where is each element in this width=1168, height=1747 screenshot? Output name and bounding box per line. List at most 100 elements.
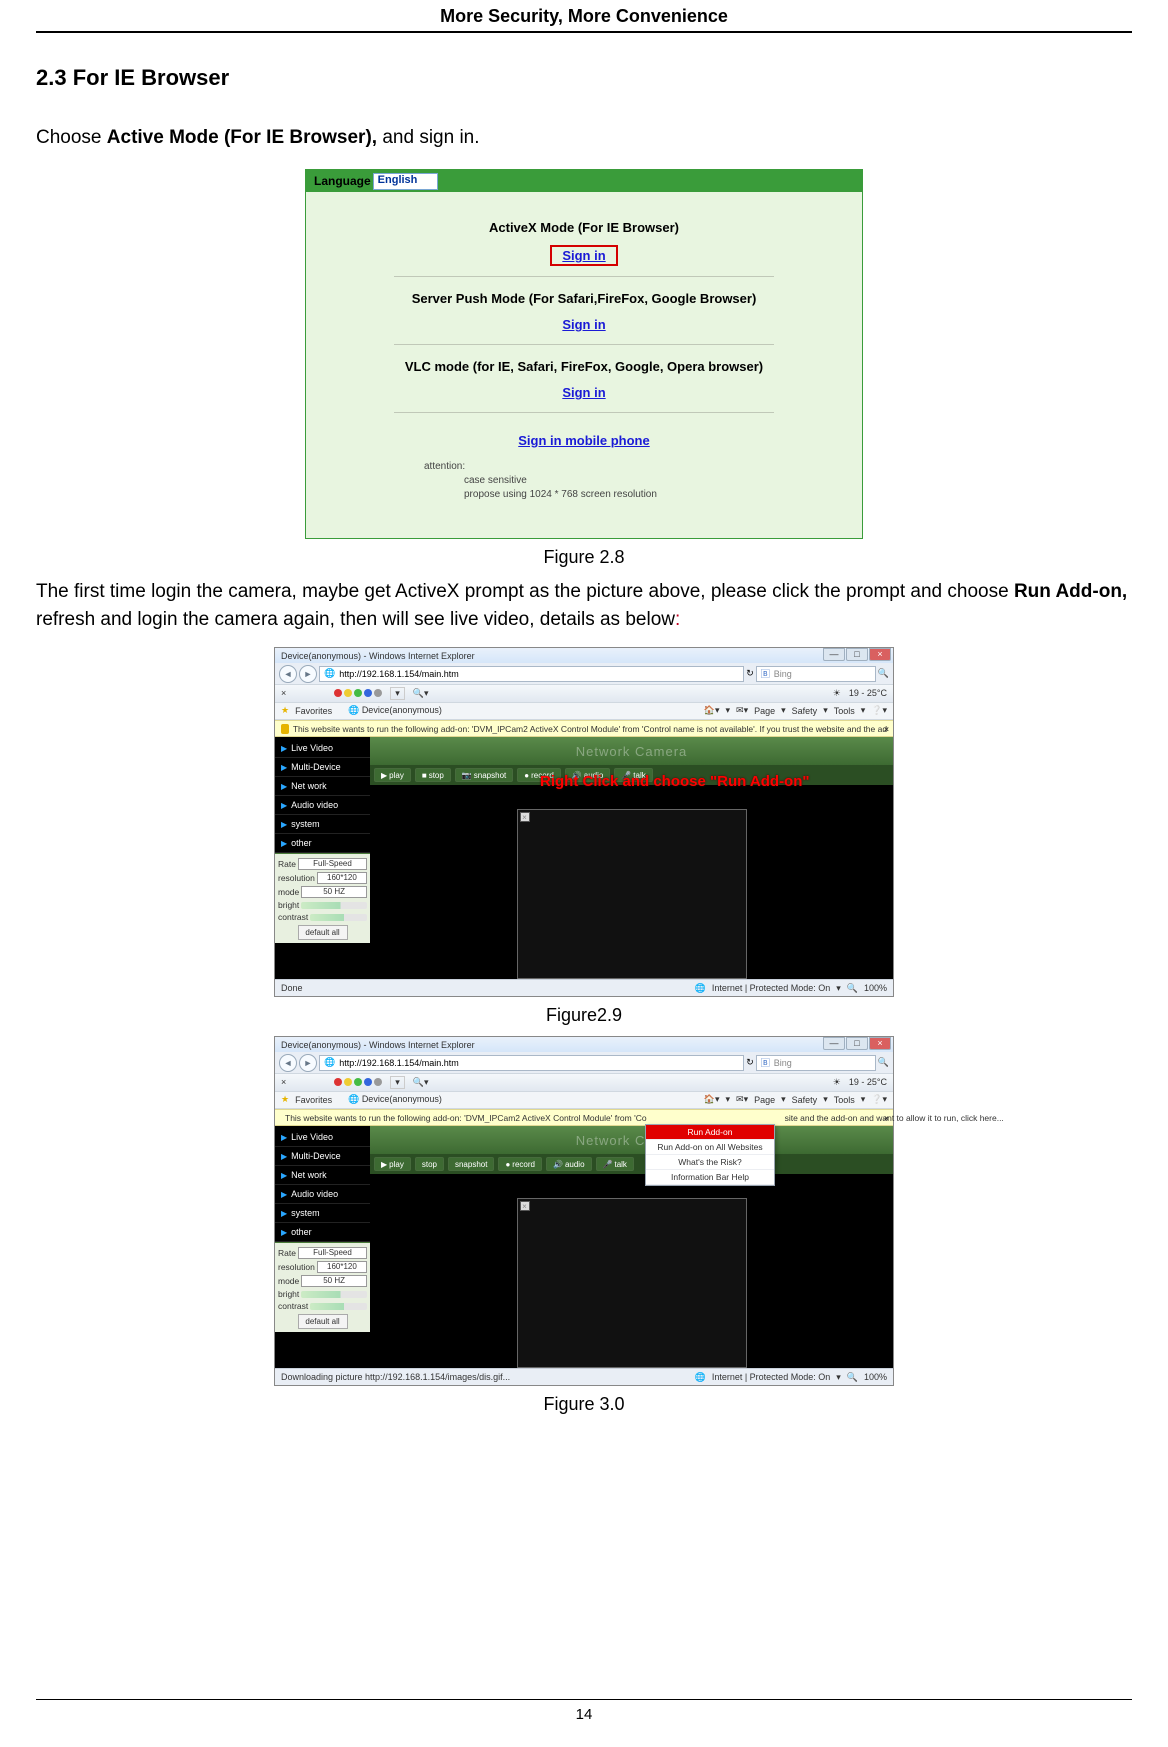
help-icon[interactable]: ❔▾	[871, 1094, 887, 1105]
ie-window-30: Device(anonymous) - Windows Internet Exp…	[274, 1036, 894, 1386]
sidebar-item-audio-video[interactable]: ▶Audio video	[275, 1185, 370, 1204]
minimize-button[interactable]: —	[823, 1037, 845, 1050]
intro-paragraph: Choose Active Mode (For IE Browser), and…	[36, 127, 1132, 149]
information-bar[interactable]: This website wants to run the following …	[275, 1109, 893, 1126]
mode-select[interactable]: 50 HZ	[301, 1275, 367, 1287]
menu-information-bar-help[interactable]: Information Bar Help	[646, 1170, 774, 1185]
stop-button[interactable]: stop	[415, 1157, 444, 1171]
sidebar-item-live-video[interactable]: ▶Live Video	[275, 739, 370, 758]
play-button[interactable]: ▶play	[374, 1157, 411, 1171]
sidebar-item-other[interactable]: ▶other	[275, 834, 370, 853]
safety-menu[interactable]: Safety	[792, 706, 818, 716]
resolution-select[interactable]: 160*120	[317, 1261, 367, 1273]
minimize-button[interactable]: —	[823, 648, 845, 661]
audio-button[interactable]: 🔊audio	[546, 1157, 592, 1171]
stop-button[interactable]: ■stop	[415, 768, 451, 782]
infobar-text: This website wants to run the following …	[285, 1113, 647, 1123]
favorites-label: Favorites	[295, 1095, 332, 1105]
sidebar-item-multi-device[interactable]: ▶Multi-Device	[275, 758, 370, 777]
zoom-icon[interactable]: 🔍	[847, 1372, 858, 1383]
favorite-item[interactable]: 🌐 Device(anonymous)	[348, 1094, 442, 1105]
fav-tab-label: Device(anonymous)	[362, 1094, 442, 1104]
favorite-item[interactable]: 🌐 Device(anonymous)	[348, 705, 442, 716]
record-button[interactable]: ●record	[498, 1157, 542, 1171]
attention-line-1: case sensitive	[424, 474, 794, 488]
safety-menu[interactable]: Safety	[792, 1095, 818, 1105]
sidebar-item-multi-device[interactable]: ▶Multi-Device	[275, 1147, 370, 1166]
camera-app-area: ▶Live Video ▶Multi-Device ▶Net work ▶Aud…	[275, 737, 893, 979]
status-zoom: 100%	[864, 1372, 887, 1382]
page-menu[interactable]: Page	[754, 706, 775, 716]
maximize-button[interactable]: □	[846, 1037, 868, 1050]
tools-menu[interactable]: Tools	[834, 1095, 855, 1105]
information-bar[interactable]: This website wants to run the following …	[275, 720, 893, 737]
refresh-icon[interactable]: ↻	[746, 668, 754, 679]
divider	[394, 344, 774, 345]
search-icon[interactable]: 🔍	[878, 668, 889, 679]
mic-icon: 🎤	[603, 1160, 613, 1169]
vlc-signin-link[interactable]: Sign in	[552, 384, 615, 401]
para-colon: :	[675, 609, 680, 630]
url-field[interactable]: 🌐 http://192.168.1.154/main.htm	[319, 1055, 744, 1071]
toolbar-dot-icon	[364, 1078, 372, 1086]
ie-toolbar: × ▾ 🔍▾ ☀19 - 25°C	[275, 684, 893, 703]
sidebar-item-audio-video[interactable]: ▶Audio video	[275, 796, 370, 815]
url-field[interactable]: 🌐 http://192.168.1.154/main.htm	[319, 666, 744, 682]
contrast-slider[interactable]	[310, 914, 367, 921]
rate-select[interactable]: Full-Speed	[298, 1247, 367, 1259]
bright-slider[interactable]	[301, 1291, 367, 1298]
bright-slider[interactable]	[301, 902, 367, 909]
favorites-label: Favorites	[295, 706, 332, 716]
search-field[interactable]: 🄱 Bing	[756, 1055, 876, 1071]
sidebar-item-system[interactable]: ▶system	[275, 815, 370, 834]
server-push-signin-link[interactable]: Sign in	[552, 316, 615, 333]
default-all-button[interactable]: default all	[298, 925, 348, 940]
forward-button[interactable]: ►	[299, 1054, 317, 1072]
camera-sidebar: ▶Live Video ▶Multi-Device ▶Net work ▶Aud…	[275, 1126, 370, 1368]
zoom-icon[interactable]: 🔍	[847, 983, 858, 994]
mode-select[interactable]: 50 HZ	[301, 886, 367, 898]
favorites-star-icon[interactable]: ★	[281, 705, 289, 716]
para-text-2: refresh and login the camera again, then…	[36, 609, 675, 630]
tools-menu[interactable]: Tools	[834, 706, 855, 716]
chevron-right-icon: ▶	[281, 744, 287, 753]
home-icon[interactable]: 🏠▾	[704, 705, 720, 716]
forward-button[interactable]: ►	[299, 665, 317, 683]
back-button[interactable]: ◄	[279, 1054, 297, 1072]
resolution-select[interactable]: 160*120	[317, 872, 367, 884]
menu-whats-the-risk[interactable]: What's the Risk?	[646, 1155, 774, 1170]
toolbar-dot-icon	[334, 1078, 342, 1086]
sidebar-item-system[interactable]: ▶system	[275, 1204, 370, 1223]
snapshot-button[interactable]: 📷snapshot	[455, 768, 513, 782]
refresh-icon[interactable]: ↻	[746, 1057, 754, 1068]
sidebar-item-network[interactable]: ▶Net work	[275, 777, 370, 796]
contrast-slider[interactable]	[310, 1303, 367, 1310]
close-button[interactable]: ×	[869, 648, 891, 661]
menu-run-addon[interactable]: Run Add-on	[646, 1125, 774, 1140]
infobar-close-icon[interactable]: ×	[884, 724, 889, 734]
favorites-star-icon[interactable]: ★	[281, 1094, 289, 1105]
home-icon[interactable]: 🏠▾	[704, 1094, 720, 1105]
sidebar-item-other[interactable]: ▶other	[275, 1223, 370, 1242]
menu-run-addon-all[interactable]: Run Add-on on All Websites	[646, 1140, 774, 1155]
snapshot-button[interactable]: snapshot	[448, 1157, 494, 1171]
sidebar-item-live-video[interactable]: ▶Live Video	[275, 1128, 370, 1147]
play-button[interactable]: ▶play	[374, 768, 411, 782]
record-icon: ●	[505, 1160, 510, 1169]
mobile-signin-link[interactable]: Sign in mobile phone	[518, 433, 649, 448]
talk-button[interactable]: 🎤talk	[596, 1157, 634, 1171]
default-all-button[interactable]: default all	[298, 1314, 348, 1329]
page-menu[interactable]: Page	[754, 1095, 775, 1105]
search-field[interactable]: 🄱 Bing	[756, 666, 876, 682]
activex-signin-link[interactable]: Sign in	[550, 245, 617, 266]
close-button[interactable]: ×	[869, 1037, 891, 1050]
maximize-button[interactable]: □	[846, 648, 868, 661]
toolbar-dot-icon	[364, 689, 372, 697]
search-icon[interactable]: 🔍	[878, 1057, 889, 1068]
back-button[interactable]: ◄	[279, 665, 297, 683]
sidebar-item-network[interactable]: ▶Net work	[275, 1166, 370, 1185]
rate-select[interactable]: Full-Speed	[298, 858, 367, 870]
language-select[interactable]: English	[373, 173, 439, 190]
help-icon[interactable]: ❔▾	[871, 705, 887, 716]
infobar-close-icon[interactable]: ×	[884, 1113, 889, 1123]
